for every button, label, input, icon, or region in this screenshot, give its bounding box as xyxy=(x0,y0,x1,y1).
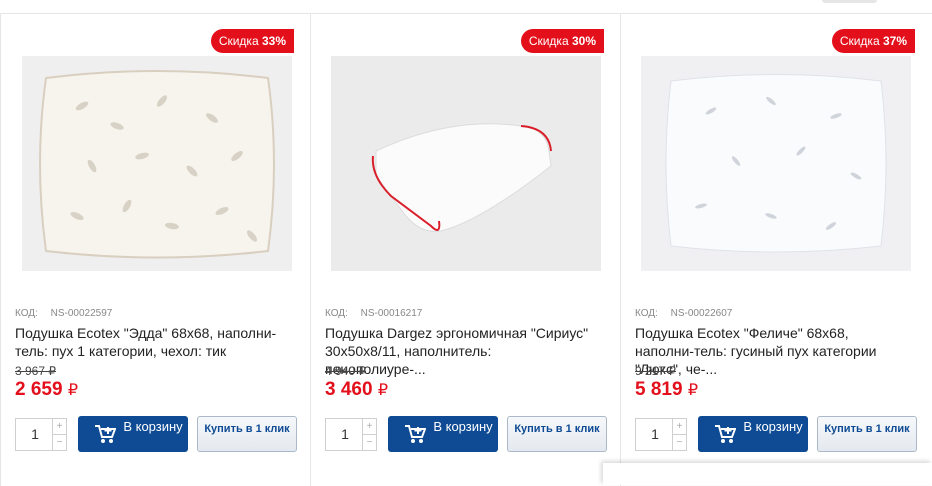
buy-one-click-button[interactable]: Купить в 1 клик xyxy=(817,416,917,452)
plus-icon[interactable]: + xyxy=(362,419,376,435)
plus-icon[interactable]: + xyxy=(52,419,66,435)
currency: ₽ xyxy=(687,382,699,399)
add-to-cart-button[interactable]: В корзину xyxy=(698,416,808,452)
square-pillow-image xyxy=(22,56,292,271)
code-value: NS-00022607 xyxy=(670,308,733,319)
discount-badge: Скидка 30% xyxy=(520,29,604,53)
quantity-input[interactable]: 1 xyxy=(16,419,54,450)
cart-icon xyxy=(715,425,736,443)
product-card[interactable]: Скидка 30% КОД: NS-00016217 Подушка Darg… xyxy=(310,14,621,486)
price: 5 819 ₽ xyxy=(635,379,698,401)
discount-value: 30% xyxy=(571,34,596,48)
buy-one-click-button[interactable]: Купить в 1 клик xyxy=(507,416,607,452)
product-image[interactable] xyxy=(641,56,911,271)
product-card[interactable]: Скидка 33% КОД: NS-00022597 Подушка Ecot… xyxy=(0,14,311,486)
product-code: КОД: NS-00016217 xyxy=(325,308,432,319)
quantity-stepper[interactable]: 1 + − xyxy=(15,418,67,451)
discount-value: 33% xyxy=(261,34,286,48)
quantity-stepper[interactable]: 1 + − xyxy=(325,418,377,451)
product-code: КОД: NS-00022607 xyxy=(635,308,742,319)
code-value: NS-00022597 xyxy=(50,308,113,319)
cart-button-label: В корзину xyxy=(123,419,183,434)
old-price: 3 967 ₽ xyxy=(15,364,56,378)
product-image[interactable] xyxy=(331,56,601,271)
discount-value: 37% xyxy=(882,34,907,48)
product-title[interactable]: Подушка Ecotex "Эдда" 68х68, наполни-тел… xyxy=(15,324,283,360)
code-value: NS-00016217 xyxy=(360,308,423,319)
minus-icon[interactable]: − xyxy=(52,435,66,450)
old-price: 9 217 ₽ xyxy=(635,364,676,378)
ergonomic-pillow-image xyxy=(331,56,601,271)
discount-label: Скидка xyxy=(528,34,569,48)
discount-badge: Скидка 37% xyxy=(831,29,915,53)
buy-one-click-button[interactable]: Купить в 1 клик xyxy=(197,416,297,452)
code-label: КОД: xyxy=(635,308,658,319)
code-label: КОД: xyxy=(325,308,348,319)
discount-badge: Скидка 33% xyxy=(210,29,294,53)
cart-button-label: В корзину xyxy=(743,419,803,434)
cart-icon xyxy=(405,425,426,443)
price-value: 5 819 xyxy=(635,379,683,400)
product-card[interactable]: Скидка 37% КОД: NS-00022607 Подушка Ecot… xyxy=(620,14,932,486)
cart-button-label: В корзину xyxy=(433,419,493,434)
old-price: 4 940 ₽ xyxy=(325,364,366,378)
discount-label: Скидка xyxy=(839,34,880,48)
price-value: 2 659 xyxy=(15,379,63,400)
top-corner-tab xyxy=(822,0,877,3)
add-to-cart-button[interactable]: В корзину xyxy=(78,416,188,452)
discount-label: Скидка xyxy=(218,34,259,48)
plus-icon[interactable]: + xyxy=(672,419,686,435)
product-image[interactable] xyxy=(22,56,292,271)
product-grid: Скидка 33% КОД: NS-00022597 Подушка Ecot… xyxy=(0,13,932,486)
square-pillow-image xyxy=(641,56,911,271)
minus-icon[interactable]: − xyxy=(362,435,376,450)
bottom-popup-panel xyxy=(603,463,932,485)
price: 3 460 ₽ xyxy=(325,379,388,401)
product-code: КОД: NS-00022597 xyxy=(15,308,122,319)
price: 2 659 ₽ xyxy=(15,379,78,401)
quantity-input[interactable]: 1 xyxy=(326,419,364,450)
minus-icon[interactable]: − xyxy=(672,435,686,450)
price-value: 3 460 xyxy=(325,379,373,400)
quantity-input[interactable]: 1 xyxy=(636,419,674,450)
code-label: КОД: xyxy=(15,308,38,319)
quantity-stepper[interactable]: 1 + − xyxy=(635,418,687,451)
currency: ₽ xyxy=(377,382,389,399)
cart-icon xyxy=(95,425,116,443)
currency: ₽ xyxy=(67,382,79,399)
add-to-cart-button[interactable]: В корзину xyxy=(388,416,498,452)
